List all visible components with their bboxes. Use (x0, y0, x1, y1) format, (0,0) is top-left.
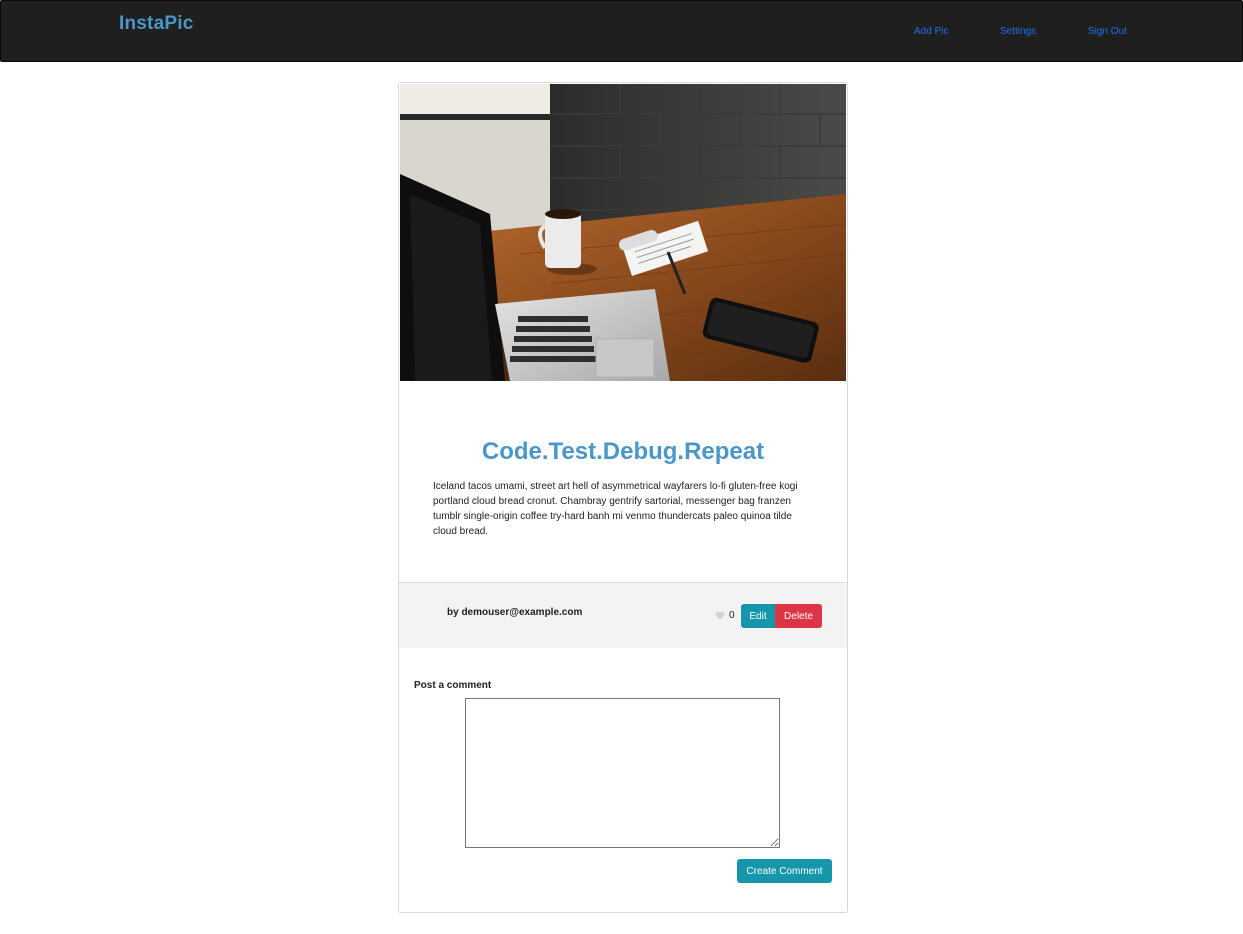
nav-links: Add Pic Settings Sign Out (1, 26, 1242, 40)
nav-add-pic-link[interactable]: Add Pic (914, 26, 948, 37)
post-card: Code.Test.Debug.Repeat Iceland tacos uma… (398, 82, 848, 913)
navbar: InstaPic Add Pic Settings Sign Out (0, 0, 1243, 62)
post-title: Code.Test.Debug.Repeat (481, 438, 765, 465)
heart-icon[interactable] (715, 611, 725, 620)
nav-settings-link[interactable]: Settings (1000, 26, 1036, 37)
post-author: by demouser@example.com (447, 607, 583, 618)
post-body: Iceland tacos umami, street art hell of … (433, 481, 798, 537)
delete-button[interactable]: Delete (775, 604, 822, 628)
like-count: 0 (729, 610, 735, 621)
nav-sign-out-link[interactable]: Sign Out (1088, 26, 1127, 37)
edit-button[interactable]: Edit (741, 604, 775, 628)
post-image (400, 84, 846, 381)
comment-label: Post a comment (414, 680, 492, 691)
post-footer: by demouser@example.com 0 Edit Delete (399, 582, 847, 648)
like-counter: 0 (715, 610, 735, 621)
comment-textarea[interactable] (465, 698, 780, 848)
create-comment-button[interactable]: Create Comment (737, 859, 832, 883)
